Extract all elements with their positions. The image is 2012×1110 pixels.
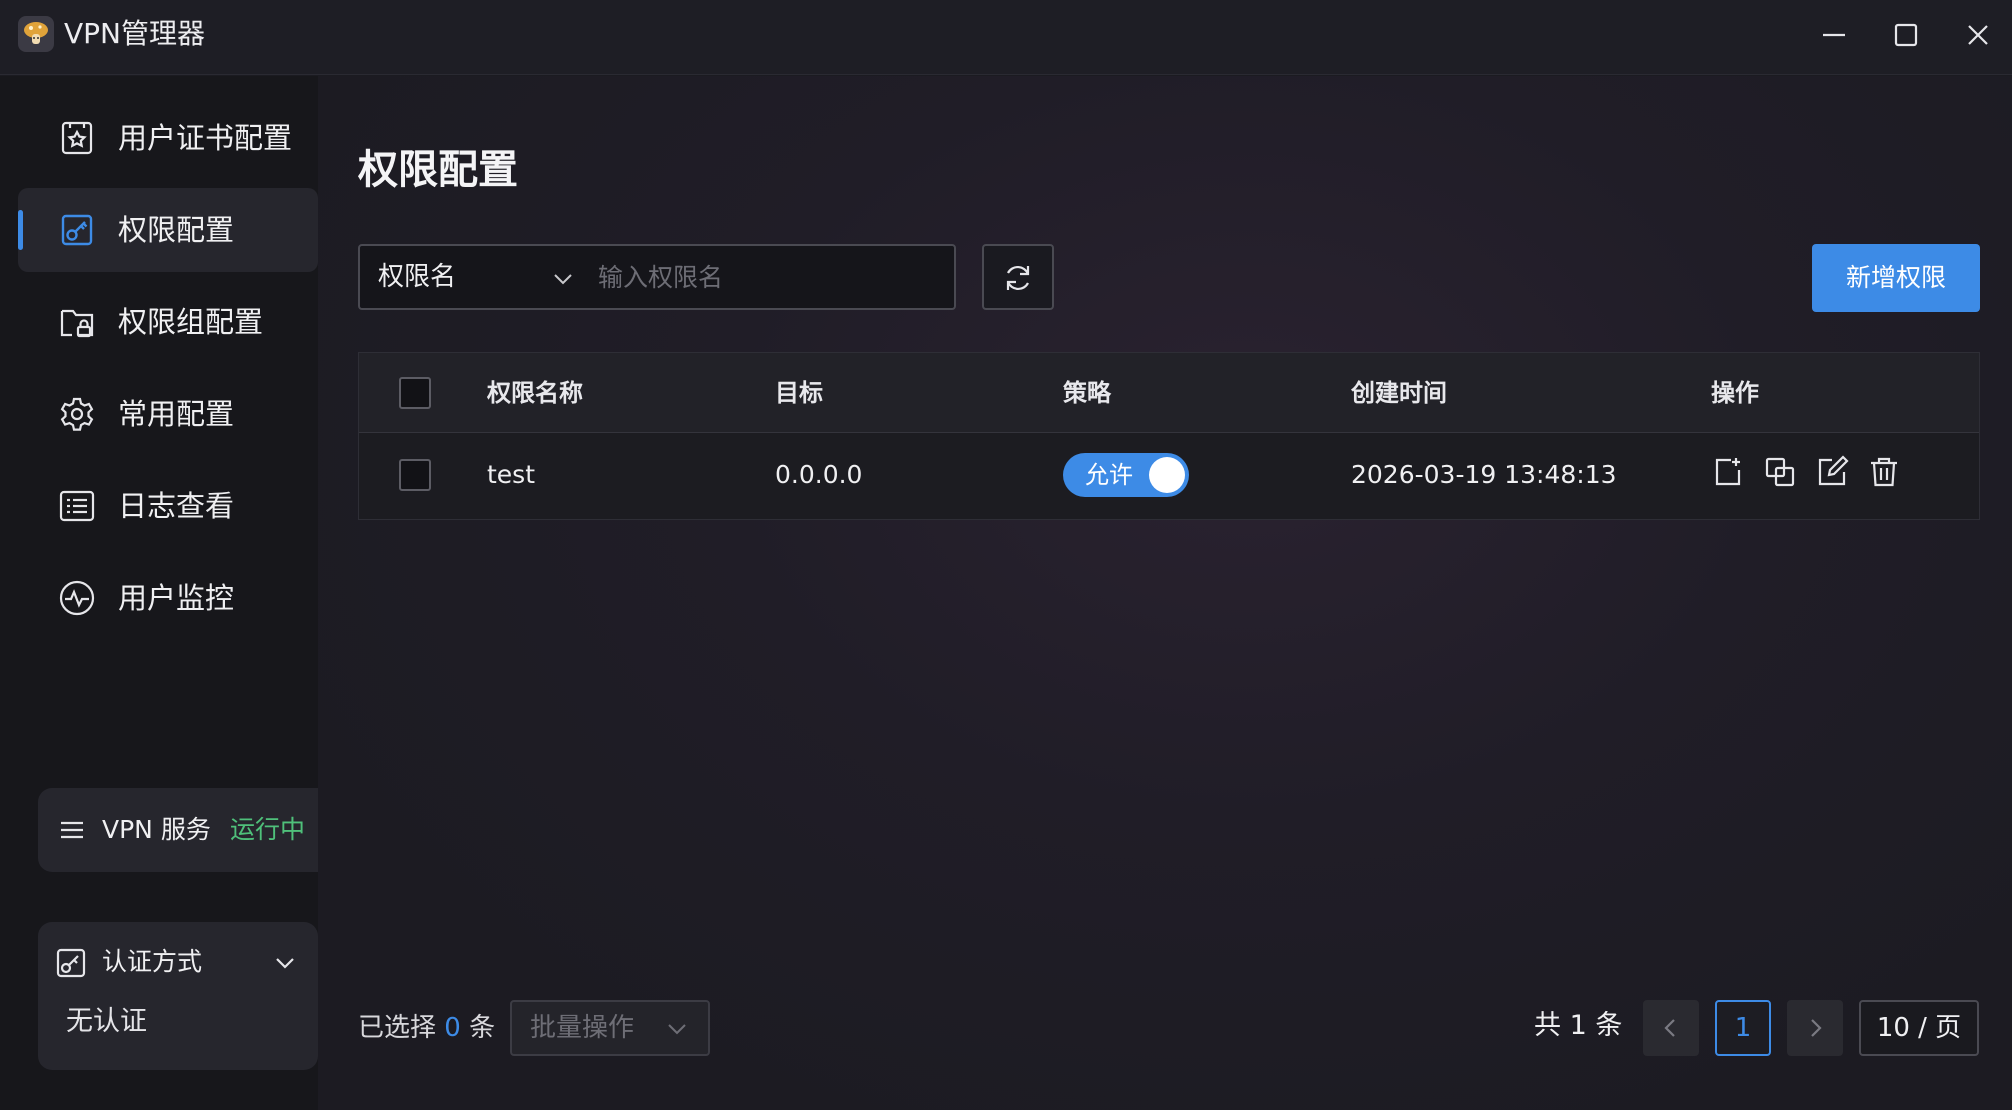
- vpn-service-status: 运行中: [230, 815, 306, 844]
- edit-icon[interactable]: [1815, 455, 1849, 489]
- copy-icon[interactable]: [1763, 455, 1797, 489]
- maximize-icon[interactable]: [1888, 17, 1924, 53]
- sidebar: 用户证书配置 权限配置 权限组配置 常用配置 日志查看 用户监控 VPN 服务 …: [0, 76, 318, 1110]
- policy-toggle[interactable]: 允许: [1063, 453, 1189, 497]
- sidebar-item-label: 权限组配置: [118, 305, 264, 339]
- sidebar-item-label: 日志查看: [118, 489, 235, 523]
- key-icon: [54, 946, 88, 980]
- sidebar-item-label: 用户监控: [118, 581, 235, 615]
- column-header-policy: 策略: [1063, 379, 1111, 407]
- search-field-select[interactable]: 权限名: [378, 258, 456, 296]
- vpn-service-card[interactable]: VPN 服务 运行中: [38, 788, 318, 872]
- chevron-left-icon: [1664, 1019, 1675, 1037]
- cell-target: 0.0.0.0: [775, 460, 863, 489]
- selection-suffix: 条: [469, 1013, 496, 1043]
- sidebar-item-user-certificates[interactable]: 用户证书配置: [18, 96, 318, 180]
- delete-icon[interactable]: [1867, 455, 1901, 489]
- title-bar: VPN管理器: [0, 0, 2012, 75]
- auth-method-label: 认证方式: [102, 947, 203, 976]
- chevron-down-icon: [662, 1014, 692, 1044]
- sidebar-item-user-monitoring[interactable]: 用户监控: [18, 556, 318, 640]
- selection-summary: 已选择 0 条: [358, 1008, 495, 1048]
- table-header: 权限名称 目标 策略 创建时间 操作: [359, 353, 1979, 433]
- search-box: 权限名: [358, 244, 956, 310]
- column-header-actions: 操作: [1711, 379, 1759, 407]
- sidebar-item-common-settings[interactable]: 常用配置: [18, 372, 318, 456]
- menu-icon: [54, 812, 90, 848]
- add-permission-button[interactable]: 新增权限: [1812, 244, 1980, 312]
- column-header-name: 权限名称: [487, 379, 583, 407]
- selection-prefix: 已选择: [358, 1013, 437, 1043]
- bulk-action-label: 批量操作: [530, 1013, 635, 1043]
- page-size-select[interactable]: 10 / 页: [1859, 1000, 1979, 1056]
- prev-page-button[interactable]: [1643, 1000, 1699, 1056]
- chevron-down-icon[interactable]: [270, 948, 300, 978]
- mushroom-logo-icon: [18, 16, 54, 52]
- table-row: test 0.0.0.0 允许 2026-03-19 13:48:13: [359, 433, 1979, 519]
- refresh-button[interactable]: [982, 244, 1054, 310]
- column-header-created: 创建时间: [1351, 379, 1447, 407]
- column-header-target: 目标: [775, 379, 823, 407]
- page-title: 权限配置: [358, 147, 518, 193]
- list-icon: [58, 487, 96, 525]
- active-indicator: [18, 210, 23, 250]
- key-icon: [58, 211, 96, 249]
- app-title: VPN管理器: [64, 17, 205, 50]
- certificate-icon: [58, 119, 96, 157]
- cell-created: 2026-03-19 13:48:13: [1351, 460, 1617, 489]
- refresh-icon: [1006, 265, 1030, 291]
- toggle-knob: [1149, 457, 1185, 493]
- sidebar-item-permission-groups[interactable]: 权限组配置: [18, 280, 318, 364]
- main-content: 权限配置 权限名 新增权限 权限名称 目标 策略 创建时间 操作 test 0.…: [318, 76, 2012, 1110]
- sidebar-item-label: 权限配置: [118, 213, 235, 247]
- next-page-button[interactable]: [1787, 1000, 1843, 1056]
- search-input[interactable]: [598, 256, 938, 298]
- select-all-checkbox[interactable]: [399, 377, 431, 409]
- add-icon[interactable]: [1711, 455, 1745, 489]
- minimize-icon[interactable]: [1816, 17, 1852, 53]
- gear-icon: [58, 395, 96, 433]
- total-count: 共 1 条: [1534, 1010, 1623, 1041]
- sidebar-item-log-viewer[interactable]: 日志查看: [18, 464, 318, 548]
- pulse-icon: [58, 579, 96, 617]
- auth-method-value[interactable]: 无认证: [66, 1002, 147, 1042]
- selection-count: 0: [444, 1013, 461, 1043]
- page-number-current[interactable]: 1: [1715, 1000, 1771, 1056]
- auth-method-card: 认证方式 无认证: [38, 922, 318, 1070]
- permissions-table: 权限名称 目标 策略 创建时间 操作 test 0.0.0.0 允许 2026-…: [358, 352, 1980, 520]
- cell-name: test: [487, 460, 536, 489]
- close-icon[interactable]: [1960, 17, 1996, 53]
- folder-lock-icon: [58, 303, 96, 341]
- sidebar-item-label: 用户证书配置: [118, 121, 293, 155]
- bulk-action-select[interactable]: 批量操作: [510, 1000, 710, 1056]
- vpn-service-label: VPN 服务: [102, 815, 211, 844]
- sidebar-item-permissions[interactable]: 权限配置: [18, 188, 318, 272]
- sidebar-item-label: 常用配置: [118, 397, 235, 431]
- chevron-down-icon[interactable]: [548, 264, 578, 294]
- row-checkbox[interactable]: [399, 459, 431, 491]
- chevron-right-icon: [1811, 1019, 1822, 1037]
- policy-toggle-label: 允许: [1085, 461, 1133, 489]
